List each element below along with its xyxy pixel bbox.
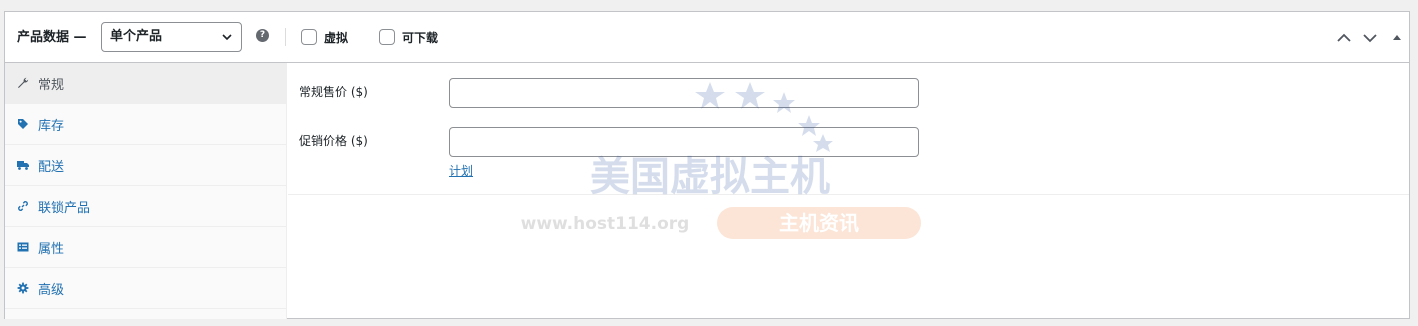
virtual-checkbox-box[interactable] <box>301 29 317 45</box>
tab-inventory[interactable]: 库存 <box>5 104 286 145</box>
help-icon[interactable]: ? <box>256 29 269 42</box>
tab-label: 联锁产品 <box>38 200 91 216</box>
tab-shipping[interactable]: 配送 <box>5 145 286 186</box>
tab-label: 库存 <box>38 118 65 134</box>
product-type-value: 单个产品 <box>110 29 163 44</box>
sale-price-label: 促销价格 ($) <box>299 134 368 148</box>
link-icon <box>18 201 28 211</box>
virtual-label: 虚拟 <box>324 30 349 45</box>
downloadable-checkbox-box[interactable] <box>379 29 395 45</box>
tab-label: 属性 <box>38 241 65 257</box>
downloadable-label: 可下载 <box>402 30 439 45</box>
tab-linked-products[interactable]: 联锁产品 <box>5 186 286 227</box>
gear-icon <box>17 282 29 294</box>
regular-price-input[interactable] <box>449 78 919 108</box>
panel-title: 产品数据 — <box>17 30 87 45</box>
product-data-panel: 产品数据 — 单个产品 ? 虚拟 可下载 常规 库存 配送 联锁产品 属性 高级… <box>4 11 1410 319</box>
header-divider <box>285 28 286 46</box>
general-options-panel: 常规售价 ($) 促销价格 ($) 计划 <box>288 63 1409 195</box>
tab-general[interactable]: 常规 <box>5 63 286 104</box>
triangle-up-icon[interactable] <box>1389 30 1405 46</box>
tag-icon <box>18 119 28 129</box>
tab-advanced[interactable]: 高级 <box>5 268 286 309</box>
virtual-checkbox[interactable]: 虚拟 <box>301 28 348 46</box>
product-type-select[interactable]: 单个产品 <box>101 22 242 52</box>
chevron-up-icon[interactable] <box>1336 30 1352 46</box>
panel-header: 产品数据 — 单个产品 ? 虚拟 可下载 <box>5 12 1409 63</box>
chevron-down-icon <box>222 34 232 41</box>
regular-price-label: 常规售价 ($) <box>299 85 368 99</box>
wrench-icon <box>18 77 29 88</box>
tab-attributes[interactable]: 属性 <box>5 227 286 268</box>
tab-label: 常规 <box>38 77 65 93</box>
sale-price-input[interactable] <box>449 127 919 157</box>
tab-label: 高级 <box>38 282 65 298</box>
tab-label: 配送 <box>38 159 65 175</box>
list-icon <box>17 242 29 252</box>
downloadable-checkbox[interactable]: 可下载 <box>379 28 438 46</box>
chevron-down-icon[interactable] <box>1362 30 1378 46</box>
truck-icon <box>17 161 29 170</box>
product-data-tabs: 常规 库存 配送 联锁产品 属性 高级 <box>5 63 287 319</box>
watermark-badge-pill <box>717 207 921 239</box>
schedule-link[interactable]: 计划 <box>449 162 473 179</box>
watermark-badge: 主机资讯 <box>779 211 859 235</box>
watermark-url: www.host114.org <box>521 214 690 234</box>
